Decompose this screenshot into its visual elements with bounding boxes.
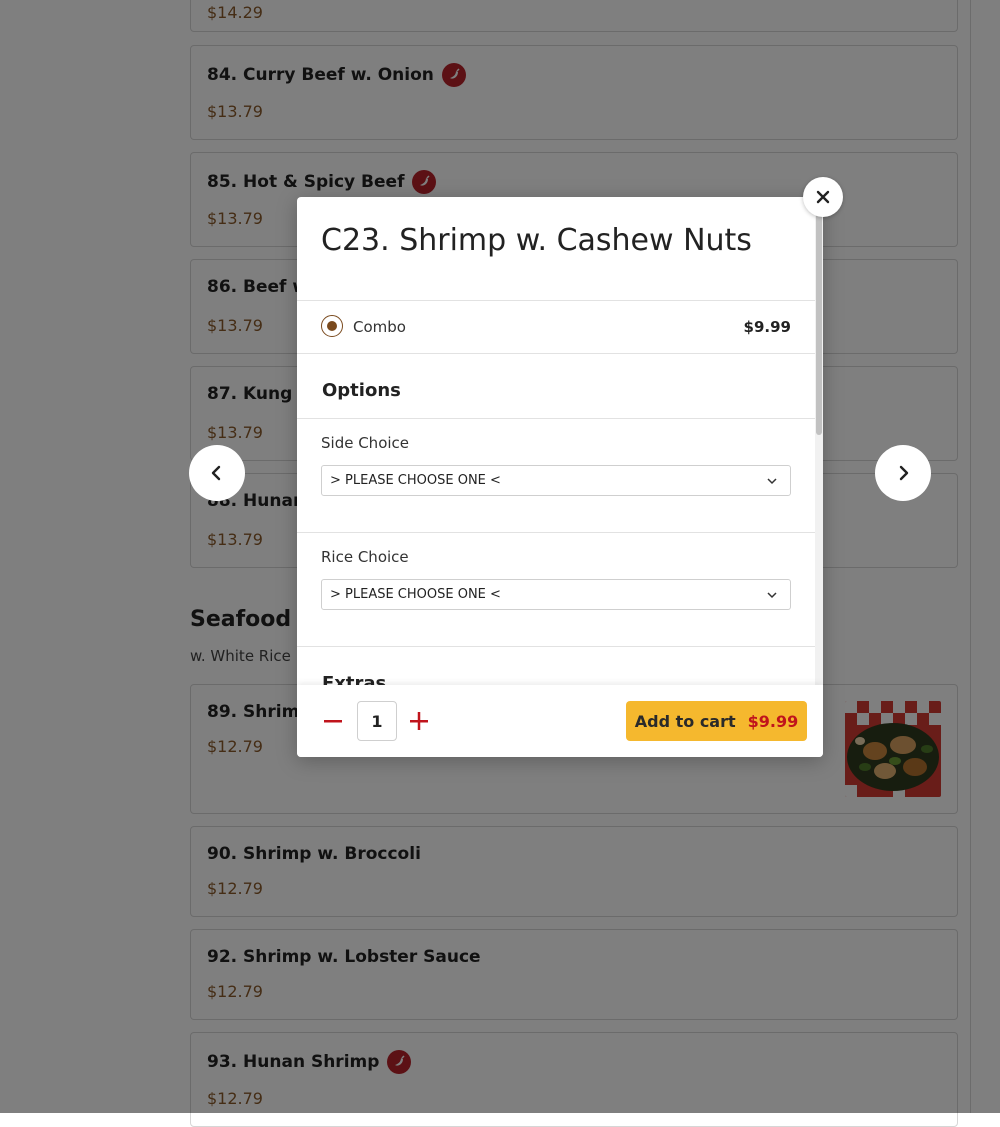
size-option-combo[interactable]: Combo $9.99 — [297, 301, 815, 353]
plus-icon — [410, 712, 428, 730]
add-to-cart-button[interactable]: Add to cart $9.99 — [626, 701, 807, 741]
quantity-input[interactable]: 1 — [357, 701, 397, 741]
modal-scrollbar-thumb[interactable] — [816, 199, 822, 435]
chevron-right-icon — [899, 465, 909, 481]
minus-icon — [324, 720, 342, 723]
side-choice-select[interactable]: > PLEASE CHOOSE ONE < — [321, 465, 791, 496]
extras-heading: Extras — [322, 673, 387, 685]
close-modal-button[interactable] — [803, 177, 843, 217]
close-icon — [816, 190, 830, 204]
chevron-left-icon — [211, 465, 221, 481]
side-choice-value: > PLEASE CHOOSE ONE < — [330, 473, 501, 488]
size-option-price: $9.99 — [743, 318, 791, 336]
item-modal: C23. Shrimp w. Cashew Nuts Combo $9.99 O… — [297, 197, 823, 757]
size-option-label: Combo — [353, 318, 406, 336]
add-to-cart-price: $9.99 — [747, 711, 799, 731]
combo-radio[interactable] — [321, 315, 343, 337]
radio-dot — [327, 321, 337, 331]
add-to-cart-label: Add to cart — [634, 711, 736, 731]
side-choice-label: Side Choice — [321, 434, 410, 452]
chevron-down-icon — [767, 478, 777, 485]
modal-footer: 1 Add to cart $9.99 — [297, 685, 823, 757]
rice-choice-value: > PLEASE CHOOSE ONE < — [330, 587, 501, 602]
rice-choice-select[interactable]: > PLEASE CHOOSE ONE < — [321, 579, 791, 610]
decrease-quantity-button[interactable] — [321, 709, 345, 733]
divider — [297, 353, 815, 354]
modal-scroll-area[interactable]: C23. Shrimp w. Cashew Nuts Combo $9.99 O… — [297, 197, 815, 685]
rice-choice-label: Rice Choice — [321, 548, 409, 566]
modal-title: C23. Shrimp w. Cashew Nuts — [321, 223, 752, 258]
next-item-button[interactable] — [875, 445, 931, 501]
divider — [297, 646, 815, 647]
increase-quantity-button[interactable] — [407, 709, 431, 733]
options-heading: Options — [322, 380, 401, 401]
previous-item-button[interactable] — [189, 445, 245, 501]
divider — [297, 418, 815, 419]
divider — [297, 532, 815, 533]
chevron-down-icon — [767, 592, 777, 599]
